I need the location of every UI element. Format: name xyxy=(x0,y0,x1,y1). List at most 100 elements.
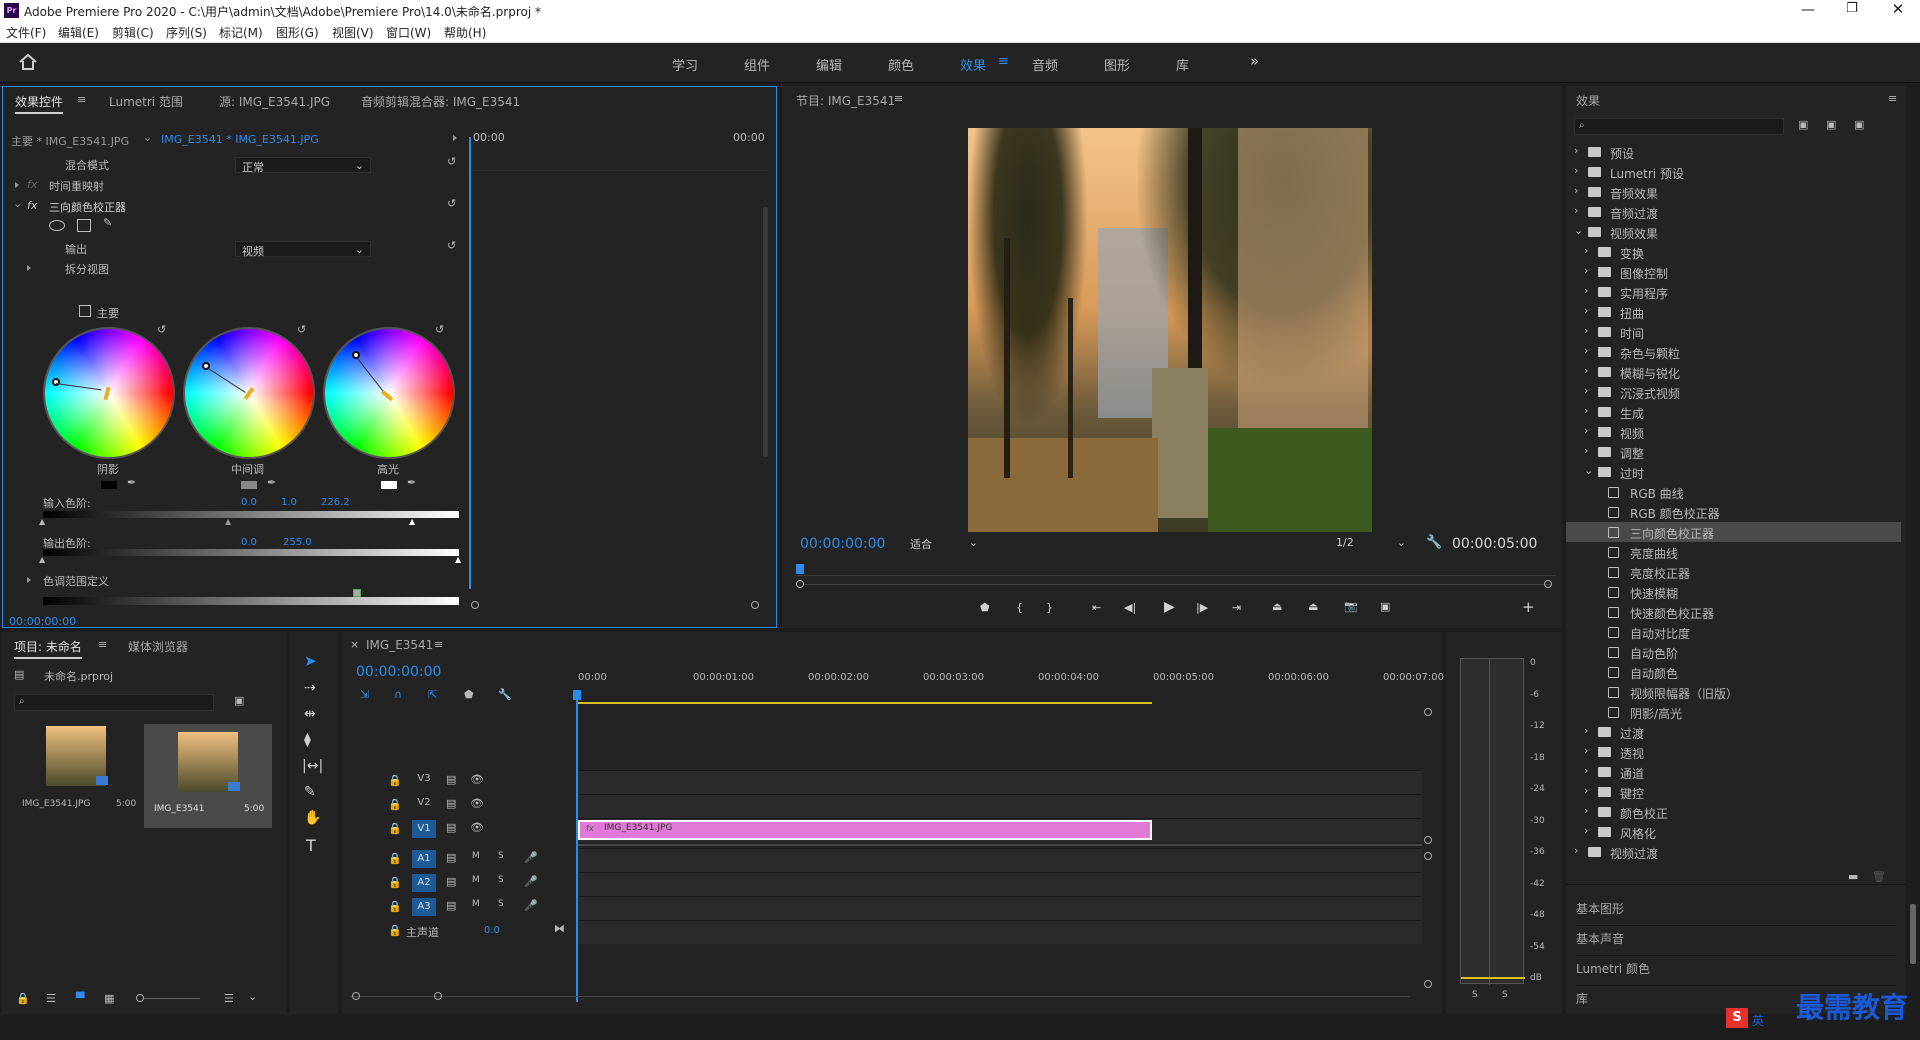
master-track-value[interactable]: 0.0 xyxy=(484,925,500,936)
track-select-tool-icon[interactable]: ⇢ xyxy=(304,680,316,696)
zoom-handle-left[interactable] xyxy=(352,992,360,1000)
menu-window[interactable]: 窗口(W) xyxy=(386,24,431,41)
ec-zoom-handle[interactable] xyxy=(471,601,479,609)
chevron-right-icon[interactable]: › xyxy=(1584,784,1588,797)
output-white-value[interactable]: 255.0 xyxy=(283,537,312,548)
slider-handle[interactable] xyxy=(136,994,144,1002)
tab-project[interactable]: 项目: 未命名 xyxy=(14,638,82,659)
menu-help[interactable]: 帮助(H) xyxy=(444,24,486,41)
go-to-end-icon[interactable]: ⧓ xyxy=(554,922,565,935)
ec-timecode[interactable]: 00:00:00:00 xyxy=(9,615,76,628)
sync-lock-icon[interactable]: ▤ xyxy=(446,821,456,834)
lock-icon[interactable]: 🔒 xyxy=(388,774,402,787)
close-button[interactable]: ✕ xyxy=(1890,0,1906,18)
effects-search-input[interactable]: ⌕ xyxy=(1574,118,1784,135)
blend-mode-select[interactable]: 正常 ⌄ xyxy=(235,157,371,174)
effects-scrollbar[interactable] xyxy=(1910,904,1916,964)
effect-item[interactable]: 快速模糊 xyxy=(1566,582,1901,602)
effects-folder[interactable]: › 音频过渡 xyxy=(1566,202,1901,222)
expand-icon[interactable] xyxy=(27,577,31,583)
timeline-ruler[interactable]: 00:00 00:00:01:00 00:00:02:00 00:00:03:00 00… xyxy=(578,672,1444,702)
output-black-value[interactable]: 0.0 xyxy=(241,537,257,548)
effects-folder[interactable]: › 透视 xyxy=(1566,742,1901,762)
split-view-label[interactable]: 拆分视图 xyxy=(65,261,109,277)
ws-assembly[interactable]: 组件 xyxy=(744,55,770,74)
zoom-handle-right[interactable] xyxy=(1544,580,1552,588)
program-video-frame[interactable] xyxy=(968,128,1372,532)
effects-folder[interactable]: › 扭曲 xyxy=(1566,302,1901,322)
effects-folder[interactable]: › 沉浸式视频 xyxy=(1566,382,1901,402)
effects-folder[interactable]: › 杂色与颗粒 xyxy=(1566,342,1901,362)
chevron-down-icon[interactable]: ⌄ xyxy=(1584,464,1593,477)
slip-tool-icon[interactable]: |↔| xyxy=(302,758,323,774)
export-frame-icon[interactable]: 📷 xyxy=(1344,600,1358,613)
work-area-bar[interactable] xyxy=(578,702,1152,704)
program-title[interactable]: 节目: IMG_E3541 xyxy=(796,92,895,109)
chevron-right-icon[interactable]: › xyxy=(1584,304,1588,317)
linked-selection-icon[interactable]: ⇱ xyxy=(428,688,437,701)
effects-folder[interactable]: › 调整 xyxy=(1566,442,1901,462)
home-icon[interactable] xyxy=(18,53,38,71)
collapse-icon[interactable]: ⌄ xyxy=(13,197,22,210)
reset-icon[interactable]: ↺ xyxy=(447,239,456,252)
expand-icon[interactable] xyxy=(27,265,31,271)
sync-lock-icon[interactable]: ▤ xyxy=(446,797,456,810)
lock-icon[interactable]: 🔒 xyxy=(388,798,402,811)
effects-folder[interactable]: › 实用程序 xyxy=(1566,282,1901,302)
essential-graphics-section[interactable]: 基本图形 xyxy=(1576,900,1896,926)
highlights-color-wheel[interactable] xyxy=(323,327,455,459)
wheel-handle[interactable] xyxy=(52,378,60,386)
program-timecode[interactable]: 00:00:00:00 xyxy=(800,536,885,552)
effects-folder[interactable]: › 视频 xyxy=(1566,422,1901,442)
zoom-handle-right[interactable] xyxy=(434,992,442,1000)
play-icon[interactable]: ▶ xyxy=(1164,599,1175,615)
expand-icon[interactable] xyxy=(15,182,19,188)
menu-graphics[interactable]: 图形(G) xyxy=(276,24,319,41)
menu-file[interactable]: 文件(F) xyxy=(6,24,46,41)
shadows-color-wheel[interactable] xyxy=(43,327,175,459)
panel-menu-icon[interactable]: ≡ xyxy=(894,92,903,105)
output-select[interactable]: 视频 ⌄ xyxy=(235,241,371,258)
tab-source[interactable]: 源: IMG_E3541.JPG xyxy=(219,93,330,110)
razor-tool-icon[interactable]: ⧫ xyxy=(304,732,311,748)
tab-lumetri-scopes[interactable]: Lumetri 范围 xyxy=(109,93,183,110)
media-thumbnail[interactable]: IMG_E3541 5:00 xyxy=(144,724,272,828)
libraries-section[interactable]: 库 xyxy=(1576,990,1588,1007)
effect-item[interactable]: 自动色阶 xyxy=(1566,642,1901,662)
button-editor-icon[interactable]: + xyxy=(1522,598,1535,616)
icon-view-icon[interactable]: ▀ xyxy=(76,992,84,1005)
solo-button[interactable]: S xyxy=(1502,990,1508,1000)
eyedropper-icon[interactable]: ✒ xyxy=(407,476,416,489)
effects-folder[interactable]: › 时间 xyxy=(1566,322,1901,342)
chevron-right-icon[interactable]: › xyxy=(1584,364,1588,377)
clip-label[interactable]: IMG_E3541 * IMG_E3541.JPG xyxy=(161,133,319,146)
sequence-tab[interactable]: IMG_E3541 xyxy=(366,638,433,652)
timeline-scrollbar[interactable] xyxy=(350,996,1410,997)
chevron-right-icon[interactable]: › xyxy=(1574,184,1578,197)
mic-icon[interactable]: 🎤 xyxy=(524,899,538,912)
track-scroll-handle[interactable] xyxy=(1424,980,1432,988)
chevron-right-icon[interactable]: › xyxy=(1584,804,1588,817)
mic-icon[interactable]: 🎤 xyxy=(524,875,538,888)
effects-folder[interactable]: › 颜色校正 xyxy=(1566,802,1901,822)
menu-edit[interactable]: 编辑(E) xyxy=(58,24,99,41)
effect-name[interactable]: 三向颜色校正器 xyxy=(49,199,126,215)
mark-out-icon[interactable]: } xyxy=(1046,601,1053,614)
track-name[interactable]: V3 xyxy=(412,773,436,784)
track-name[interactable]: A1 xyxy=(412,850,436,868)
playhead-head[interactable] xyxy=(573,690,581,700)
zoom-handle-left[interactable] xyxy=(796,580,804,588)
ws-graphics[interactable]: 图形 xyxy=(1104,55,1130,74)
tab-effect-controls[interactable]: 效果控件 xyxy=(15,93,64,114)
essential-sound-section[interactable]: 基本声音 xyxy=(1576,930,1896,956)
chevron-right-icon[interactable]: › xyxy=(1584,824,1588,837)
effects-folder[interactable]: › 模糊与锐化 xyxy=(1566,362,1901,382)
type-tool-icon[interactable]: T xyxy=(306,836,316,855)
effects-folder[interactable]: › Lumetri 预设 xyxy=(1566,162,1901,182)
effects-folder[interactable]: ⌄ 视频效果 xyxy=(1566,222,1901,242)
track-scroll-handle[interactable] xyxy=(1424,708,1432,716)
chevron-right-icon[interactable]: › xyxy=(1584,404,1588,417)
effect-item[interactable]: 亮度校正器 xyxy=(1566,562,1901,582)
accelerated-effects-icon[interactable]: ▣ xyxy=(1798,118,1808,131)
tonal-range-label[interactable]: 色调范围定义 xyxy=(43,573,109,589)
